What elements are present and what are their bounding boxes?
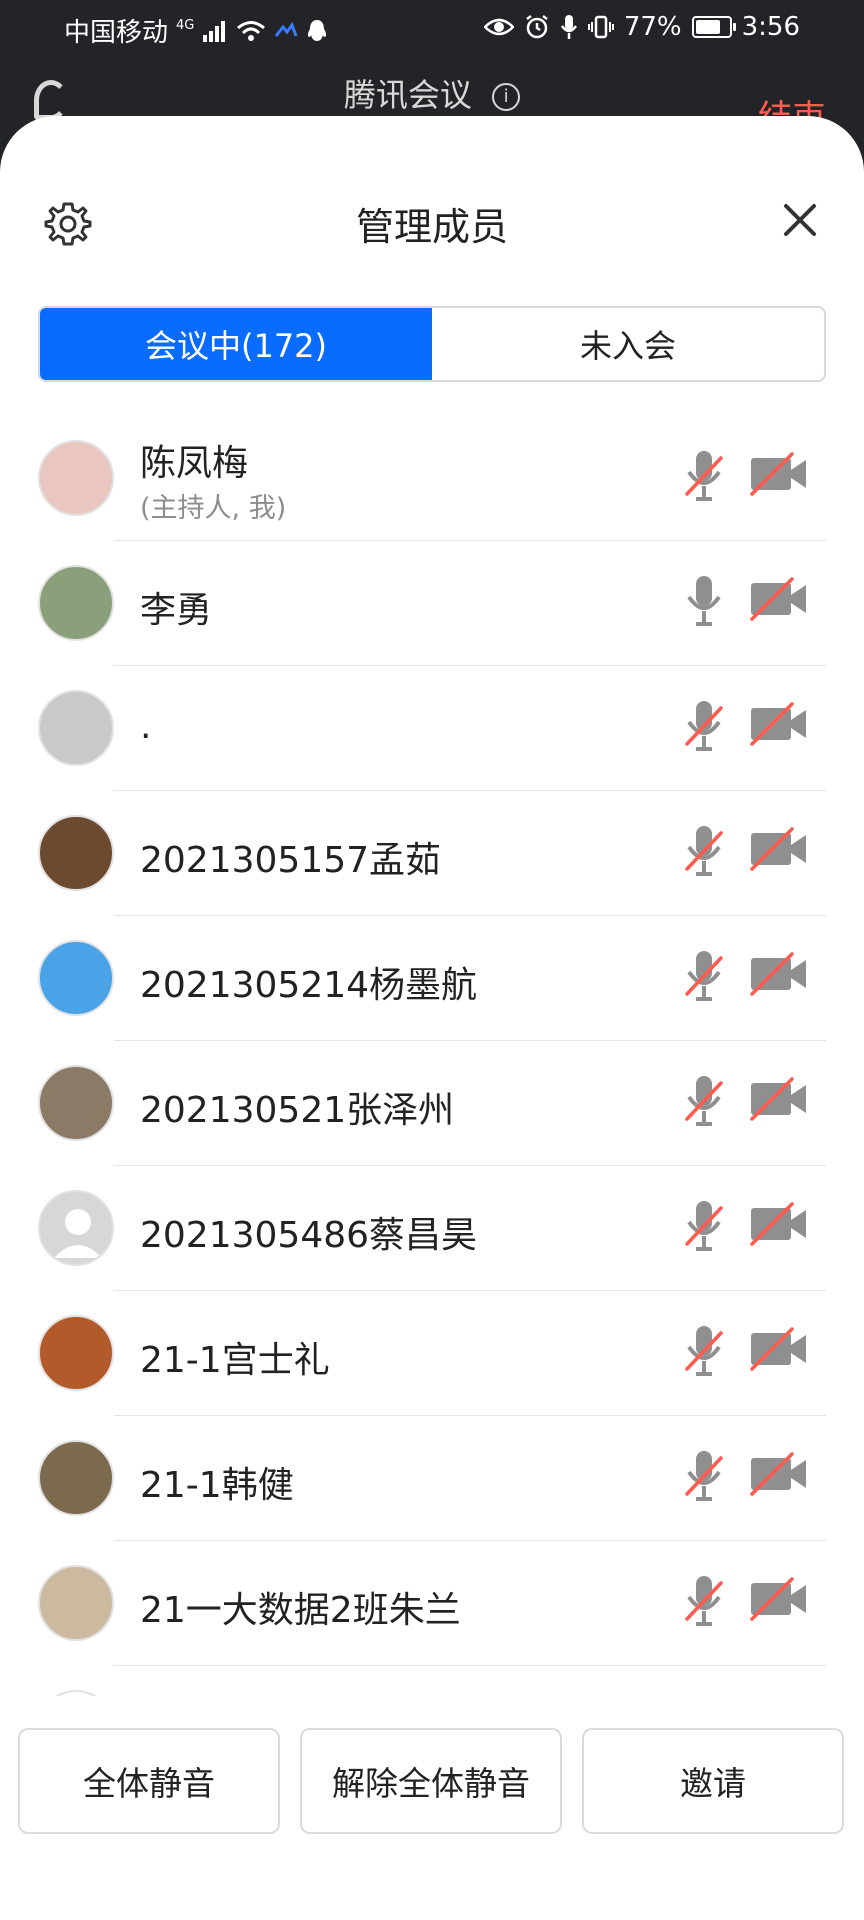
camera-off-icon[interactable]: [748, 827, 810, 875]
member-row[interactable]: 李勇: [0, 541, 864, 666]
mic-muted-icon[interactable]: [684, 1198, 724, 1258]
signal-icon: [203, 20, 226, 42]
member-list[interactable]: 陈凤梅 (主持人, 我) 李勇. 2021305157孟茹 2021305214杨墨航 2…: [0, 416, 864, 1696]
close-icon[interactable]: [780, 200, 820, 240]
member-name: 202130521张泽州: [140, 1090, 455, 1131]
invite-button[interactable]: 邀请: [582, 1728, 844, 1834]
wifi-icon: [237, 20, 266, 41]
member-row[interactable]: 21-1韩健: [0, 1416, 864, 1541]
avatar[interactable]: [38, 1065, 114, 1141]
member-name: 陈凤梅: [140, 443, 249, 484]
app-notify-icon: [275, 21, 298, 37]
clock: 3:56: [741, 12, 800, 42]
member-row[interactable]: 2021305157孟茹: [0, 791, 864, 916]
member-name: 2021305157孟茹: [140, 840, 442, 881]
member-name: 2021305214杨墨航: [140, 965, 478, 1006]
avatar[interactable]: [38, 1565, 114, 1641]
tab-not-joined[interactable]: 未入会: [432, 308, 824, 380]
meeting-title: 腾讯会议 i: [0, 70, 864, 116]
unmute-all-button[interactable]: 解除全体静音: [300, 1728, 562, 1834]
avatar[interactable]: [38, 1190, 114, 1266]
camera-off-icon[interactable]: [748, 1327, 810, 1375]
avatar[interactable]: [38, 690, 114, 766]
camera-off-icon[interactable]: [748, 1577, 810, 1625]
camera-off-icon[interactable]: [748, 702, 810, 750]
meeting-header: 腾讯会议 i 结束: [0, 60, 864, 138]
status-bar: 中国移动 4G 77% 3:56: [0, 0, 864, 60]
member-name: 李勇: [140, 590, 213, 631]
vibrate-icon: [587, 15, 614, 39]
mic-icon[interactable]: [684, 573, 724, 633]
member-name: 21-1韩健: [140, 1465, 294, 1506]
carrier-label: 中国移动: [64, 18, 169, 48]
avatar[interactable]: [38, 1440, 114, 1516]
member-row[interactable]: 202130521张泽州: [0, 1041, 864, 1166]
mic-muted-icon[interactable]: [684, 448, 724, 508]
qq-icon: [308, 19, 327, 41]
info-icon[interactable]: i: [492, 83, 521, 111]
mic-muted-icon[interactable]: [684, 1323, 724, 1383]
avatar[interactable]: [38, 1315, 114, 1391]
sheet-title: 管理成员: [355, 205, 508, 249]
mic-status-icon: [560, 15, 577, 39]
mute-all-button[interactable]: 全体静音: [18, 1728, 280, 1834]
mic-muted-icon[interactable]: [684, 1448, 724, 1508]
member-row[interactable]: 陈凤梅 (主持人, 我): [0, 416, 864, 541]
avatar[interactable]: [38, 565, 114, 641]
member-name: 21一大数据2班朱兰: [140, 1590, 461, 1631]
mic-muted-icon[interactable]: [684, 948, 724, 1008]
member-row[interactable]: [0, 1666, 864, 1696]
avatar[interactable]: [38, 440, 114, 516]
camera-off-icon[interactable]: [748, 1452, 810, 1500]
battery-percent: 77%: [623, 12, 682, 42]
mic-muted-icon[interactable]: [684, 698, 724, 758]
avatar[interactable]: [38, 1690, 114, 1696]
mic-muted-icon[interactable]: [684, 1073, 724, 1133]
member-role: (主持人, 我): [140, 493, 287, 524]
mic-muted-icon[interactable]: [684, 1573, 724, 1633]
member-row[interactable]: .: [0, 666, 864, 791]
avatar[interactable]: [38, 815, 114, 891]
sheet-header: 管理成员: [0, 178, 864, 258]
alarm-icon: [526, 15, 548, 39]
avatar[interactable]: [38, 940, 114, 1016]
action-bar: 全体静音 解除全体静音 邀请: [0, 1728, 864, 1838]
member-row[interactable]: 2021305486蔡昌昊: [0, 1166, 864, 1291]
member-tabs: 会议中(172) 未入会: [38, 306, 826, 382]
tab-in-meeting[interactable]: 会议中(172): [40, 308, 432, 380]
camera-off-icon[interactable]: [748, 452, 810, 500]
member-row[interactable]: 2021305214杨墨航: [0, 916, 864, 1041]
member-name: 2021305486蔡昌昊: [140, 1215, 478, 1256]
meeting-title-text: 腾讯会议: [343, 76, 472, 114]
eye-icon: [483, 18, 514, 36]
member-row[interactable]: 21-1宫士礼: [0, 1291, 864, 1416]
battery-icon: [691, 16, 736, 38]
battery-level: [695, 20, 721, 34]
member-name: .: [140, 706, 152, 747]
camera-off-icon[interactable]: [748, 1077, 810, 1125]
member-row[interactable]: 21一大数据2班朱兰: [0, 1541, 864, 1666]
manage-members-sheet: 管理成员 会议中(172) 未入会 陈凤梅 (主持人, 我) 李勇. 20213051…: [0, 116, 864, 1920]
default-avatar-icon: [54, 1209, 102, 1258]
camera-off-icon[interactable]: [748, 1202, 810, 1250]
member-name: 21-1宫士礼: [140, 1340, 330, 1381]
mic-muted-icon[interactable]: [684, 823, 724, 883]
camera-off-icon[interactable]: [748, 577, 810, 625]
camera-off-icon[interactable]: [748, 952, 810, 1000]
network-label: 4G: [176, 18, 195, 33]
